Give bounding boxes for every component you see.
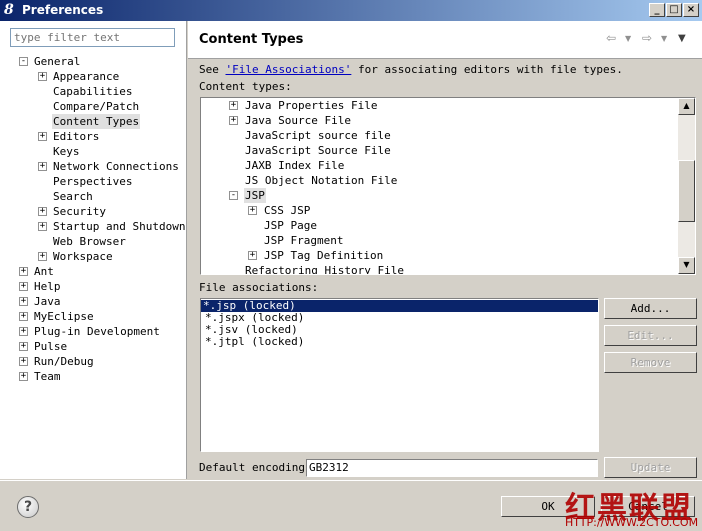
page-title: Content Types [199, 32, 304, 47]
tree-item-label: Startup and Shutdown [53, 220, 186, 233]
tree-item-label: Web Browser [53, 235, 126, 248]
content-type-label: JavaScript source file [245, 129, 391, 142]
content-types-page: Content Types ⇦ ▼ ⇨ ▼ ▼ See 'File Associ… [188, 21, 702, 479]
expand-icon[interactable]: + [248, 251, 257, 260]
content-type-label: JSP Fragment [264, 234, 344, 247]
expand-icon[interactable]: + [38, 207, 47, 216]
expand-icon[interactable]: + [19, 267, 28, 276]
expand-icon[interactable]: + [19, 327, 28, 336]
expand-icon[interactable]: + [229, 116, 238, 125]
tree-item-label: Security [53, 205, 106, 218]
file-associations-label: File associations: [199, 281, 319, 294]
window-title: Preferences [22, 3, 104, 17]
default-encoding-label: Default encoding: [199, 461, 312, 474]
tree-item-label: Search [53, 190, 93, 203]
tree-item-label: Help [34, 280, 61, 293]
filter-input[interactable] [10, 28, 175, 47]
tree-item-label: Appearance [53, 70, 120, 83]
forward-dropdown-icon[interactable]: ▼ [661, 34, 667, 43]
tree-item-label: Editors [53, 130, 100, 143]
see-prefix: See [199, 63, 219, 76]
content-type-label: Java Properties File [245, 99, 378, 112]
expand-icon[interactable]: + [38, 132, 47, 141]
content-type-label: JSP Tag Definition [264, 249, 384, 262]
tree-item-label: Perspectives [53, 175, 133, 188]
update-button[interactable]: Update [604, 457, 697, 478]
content-type-label: JAXB Index File [245, 159, 345, 172]
preferences-tree-pane: -General + Appearance Capabilities Compare/P… [0, 21, 187, 479]
content-types-tree[interactable]: + Java Properties File + Java Source File Ja… [200, 97, 696, 275]
see-file-associations-text: See 'File Associations' for associating … [199, 63, 623, 76]
edit-button[interactable]: Edit... [604, 325, 697, 346]
tree-item-label: Compare/Patch [53, 100, 140, 113]
tree-item-label: General [34, 55, 81, 68]
watermark-url: HTTP://WWW.2CTO.COM [565, 516, 699, 529]
file-associations-list[interactable]: *.jsp (locked) *.jspx (locked) *.jsv (lock… [200, 298, 599, 452]
content-types-scrollbar[interactable]: ▲ ▼ [678, 98, 695, 274]
see-suffix: for associating editors with file types. [357, 63, 623, 76]
content-type-label: JSP Page [264, 219, 317, 232]
content-type-label: CSS JSP [264, 204, 311, 217]
tree-item-label: Plug-in Development [34, 325, 160, 338]
tree-item-label: Run/Debug [34, 355, 94, 368]
collapse-icon[interactable]: - [229, 191, 238, 200]
page-header: Content Types ⇦ ▼ ⇨ ▼ ▼ [188, 21, 702, 59]
scroll-thumb[interactable] [678, 160, 695, 222]
back-arrow-icon[interactable]: ⇦ [606, 31, 616, 45]
tree-item-label: MyEclipse [34, 310, 94, 323]
expand-icon[interactable]: + [38, 222, 47, 231]
close-button[interactable]: × [683, 3, 699, 17]
expand-icon[interactable]: + [38, 252, 47, 261]
content-type-label: Refactoring History File [245, 264, 404, 275]
tree-item-label: Keys [53, 145, 80, 158]
content-type-label: Java Source File [245, 114, 351, 127]
tree-item-label: Capabilities [53, 85, 133, 98]
scroll-up-icon[interactable]: ▲ [678, 98, 695, 115]
tree-item-label: Team [34, 370, 61, 383]
expand-icon[interactable]: + [19, 282, 28, 291]
scroll-down-icon[interactable]: ▼ [678, 257, 695, 274]
expand-icon[interactable]: + [19, 312, 28, 321]
back-dropdown-icon[interactable]: ▼ [625, 34, 631, 43]
tree-item-label: Java [34, 295, 61, 308]
maximize-button[interactable]: □ [666, 3, 682, 17]
content-type-label: JavaScript Source File [245, 144, 391, 157]
expand-icon[interactable]: + [248, 206, 257, 215]
content-type-label: JSP [244, 188, 266, 203]
title-bar: 8 Preferences _ □ × [0, 0, 702, 21]
tree-item-label: Pulse [34, 340, 68, 353]
remove-button[interactable]: Remove [604, 352, 697, 373]
content-type-label: JS Object Notation File [245, 174, 398, 187]
tree-item-label: Network Connections [53, 160, 179, 173]
minimize-button[interactable]: _ [649, 3, 665, 17]
help-icon[interactable]: ? [17, 496, 39, 518]
file-association-row[interactable]: *.jtpl (locked) [203, 336, 306, 348]
collapse-icon[interactable]: - [19, 57, 28, 66]
add-button[interactable]: Add... [604, 298, 697, 319]
content-types-label: Content types: [199, 80, 292, 93]
tree-item-label: Workspace [53, 250, 113, 263]
expand-icon[interactable]: + [38, 162, 47, 171]
tree-item-label: Ant [34, 265, 54, 278]
default-encoding-input[interactable]: GB2312 [306, 459, 598, 477]
expand-icon[interactable]: + [229, 101, 238, 110]
forward-arrow-icon[interactable]: ⇨ [642, 31, 652, 45]
file-associations-link[interactable]: 'File Associations' [226, 63, 352, 76]
tree-item-label: Content Types [52, 114, 141, 129]
view-menu-icon[interactable]: ▼ [678, 33, 686, 44]
app-icon: 8 [4, 2, 14, 18]
expand-icon[interactable]: + [38, 72, 47, 81]
expand-icon[interactable]: + [19, 297, 28, 306]
expand-icon[interactable]: + [19, 342, 28, 351]
expand-icon[interactable]: + [19, 372, 28, 381]
expand-icon[interactable]: + [19, 357, 28, 366]
